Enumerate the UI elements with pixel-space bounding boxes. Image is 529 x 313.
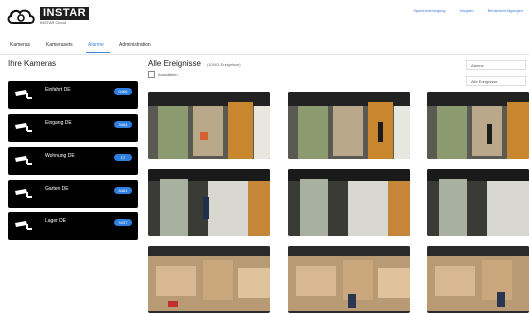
camera-name: Eingang DE bbox=[45, 120, 72, 126]
tab-administration[interactable]: Administration bbox=[119, 42, 151, 48]
camera-name: Einfahrt DE bbox=[45, 87, 71, 93]
event-thumbnail[interactable] bbox=[148, 246, 270, 313]
tab-kamerasets[interactable]: Kamerasets bbox=[46, 42, 73, 48]
event-thumbnail[interactable] bbox=[427, 92, 529, 159]
snapshot-image bbox=[288, 92, 410, 159]
event-thumbnail[interactable] bbox=[288, 92, 410, 159]
brand-logo[interactable]: INSTAR INSTAR Cloud bbox=[6, 6, 90, 26]
event-count-badge: 0466 bbox=[114, 88, 132, 95]
select-all-control[interactable]: Auswählen bbox=[148, 71, 178, 78]
security-camera-icon bbox=[15, 90, 32, 99]
alarm-type-select[interactable]: Alarme bbox=[466, 60, 526, 70]
security-camera-icon bbox=[15, 156, 32, 165]
cameras-heading: Ihre Kameras bbox=[8, 59, 57, 68]
tab-kameras[interactable]: Kameras bbox=[10, 42, 30, 48]
app-header: INSTAR INSTAR Cloud Speicherbelegung Hau… bbox=[0, 0, 529, 36]
brand-subtitle: INSTAR Cloud bbox=[40, 20, 66, 25]
camera-item-wohnung[interactable]: Wohnung DE 17 bbox=[8, 147, 138, 175]
snapshot-image bbox=[427, 169, 529, 236]
event-filter-select[interactable]: Alle Ereignisse bbox=[466, 76, 526, 86]
event-thumbnail[interactable] bbox=[148, 92, 270, 159]
event-thumbnail[interactable] bbox=[288, 246, 410, 313]
events-heading: Alle Ereignisse bbox=[148, 59, 201, 68]
cloud-logo-icon bbox=[7, 9, 35, 24]
brand-name: INSTAR bbox=[40, 7, 90, 20]
main-nav: Kameras Kamerasets Alarme Administration bbox=[0, 38, 529, 55]
security-camera-icon bbox=[15, 221, 32, 230]
camera-item-eingang[interactable]: Eingang DE 3464 bbox=[8, 114, 138, 142]
snapshot-image bbox=[288, 169, 410, 236]
camera-item-lager[interactable]: Lager DE 9437 bbox=[8, 212, 138, 240]
snapshot-image bbox=[288, 246, 410, 311]
event-count-badge: 3464 bbox=[114, 121, 132, 128]
select-all-label: Auswählen bbox=[158, 72, 178, 77]
event-thumbnail[interactable] bbox=[427, 169, 529, 236]
security-camera-icon bbox=[15, 189, 32, 198]
event-count-badge: 9437 bbox=[114, 219, 132, 226]
event-thumbnail[interactable] bbox=[427, 246, 529, 313]
event-thumbnail[interactable] bbox=[288, 169, 410, 236]
events-count: (10003 Ereignisse) bbox=[207, 62, 241, 67]
event-count-badge: 8461 bbox=[114, 187, 132, 194]
top-link-main[interactable]: Hauptm bbox=[460, 8, 474, 13]
camera-item-einfahrt[interactable]: Einfahrt DE 0466 bbox=[8, 81, 138, 109]
snapshot-image bbox=[148, 246, 270, 311]
snapshot-image bbox=[427, 246, 529, 311]
top-links: Speicherbelegung Hauptm Benachrichtigung… bbox=[413, 8, 523, 13]
snapshot-image bbox=[427, 92, 529, 159]
active-tab-indicator bbox=[86, 52, 110, 53]
select-all-checkbox[interactable] bbox=[148, 71, 155, 78]
camera-name: Lager DE bbox=[45, 218, 67, 224]
tab-alarme[interactable]: Alarme bbox=[88, 42, 104, 48]
snapshot-image bbox=[148, 169, 270, 236]
top-link-storage[interactable]: Speicherbelegung bbox=[413, 8, 445, 13]
camera-name: Garten DE bbox=[45, 186, 69, 192]
camera-name: Wohnung DE bbox=[45, 153, 75, 159]
snapshot-image bbox=[148, 92, 270, 159]
top-link-notifications[interactable]: Benachrichtigungen bbox=[488, 8, 523, 13]
event-count-badge: 17 bbox=[114, 154, 132, 161]
camera-item-garten[interactable]: Garten DE 8461 bbox=[8, 180, 138, 208]
security-camera-icon bbox=[15, 123, 32, 132]
event-thumbnail[interactable] bbox=[148, 169, 270, 236]
